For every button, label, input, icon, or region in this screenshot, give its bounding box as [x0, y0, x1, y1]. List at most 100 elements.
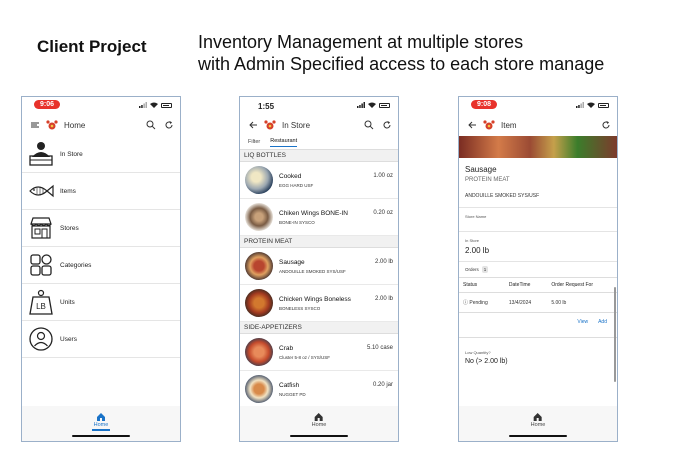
storefront-icon: [30, 217, 52, 239]
menu-item-in-store[interactable]: In Store: [22, 136, 180, 173]
menu-item-users[interactable]: Users: [22, 321, 180, 358]
nav-home[interactable]: Home: [92, 412, 110, 431]
nav-active-indicator: [92, 429, 110, 431]
status-bar: 9:06: [22, 97, 180, 114]
crab-logo-icon: [46, 120, 58, 130]
order-actions: View Add: [459, 313, 617, 331]
tab-filter[interactable]: Filter: [248, 139, 260, 147]
refresh-icon[interactable]: [164, 120, 174, 130]
menu-item-label: Users: [60, 335, 77, 343]
item-sub: BONELESS SYSCO: [279, 305, 321, 311]
nav-home-label: Home: [93, 422, 109, 428]
store-person-icon: [29, 142, 53, 166]
item-thumbnail: [245, 375, 273, 403]
item-description: ANDOUILLE SMOKED SYS/USF: [459, 183, 617, 208]
order-date: 13/4/2024: [504, 292, 548, 313]
status-time: 9:06: [34, 100, 61, 109]
signal-icon: [357, 102, 365, 108]
item-thumbnail: [245, 289, 273, 317]
list-item[interactable]: Catfish NUGGET PD 0.20 jar: [240, 371, 398, 408]
orders-table: Status DateTime Order Request For ⓘ Pend…: [459, 277, 617, 313]
heading-client-project: Client Project: [37, 37, 147, 56]
item-banner-image: [459, 136, 617, 158]
table-row[interactable]: ⓘ Pending 13/4/2024 5.00 lb: [459, 292, 617, 313]
menu-icon[interactable]: [30, 120, 40, 130]
menu-item-label: Categories: [60, 261, 92, 269]
phone-item-detail-screen: 9:08 Item Sausage PROTEIN MEAT ANDOUILLE…: [458, 96, 618, 442]
nav-home-label: Home: [311, 422, 327, 428]
menu-item-items[interactable]: Items: [22, 173, 180, 210]
bottom-nav: Home: [459, 406, 617, 441]
back-arrow-icon[interactable]: [467, 120, 477, 130]
item-name: Sausage: [465, 165, 497, 174]
orders-count-badge: 1: [481, 266, 489, 273]
add-button[interactable]: Add: [598, 319, 607, 325]
status-icons: [576, 102, 609, 108]
item-qty: 2.00 lb: [374, 259, 393, 265]
order-status: ⓘ Pending: [459, 292, 505, 313]
wifi-icon: [368, 102, 376, 108]
heading-line-2: with Admin Specified access to each stor…: [198, 54, 605, 74]
menu-item-label: Stores: [60, 224, 79, 232]
item-name: Crab: [279, 344, 294, 352]
status-icons: [357, 102, 390, 108]
nav-home[interactable]: Home: [311, 412, 327, 428]
refresh-icon[interactable]: [601, 120, 611, 130]
home-indicator: [509, 435, 567, 437]
home-indicator: [72, 435, 130, 437]
list-item[interactable]: Chiken Wings BONE-IN BONE-IN SYSCO 0.20 o…: [240, 199, 398, 236]
tab-restaurant[interactable]: Restaurant: [270, 138, 298, 147]
tab-bar: Filter Restaurant: [240, 136, 398, 150]
refresh-icon[interactable]: [382, 120, 392, 130]
crab-logo-icon: [483, 120, 495, 130]
store-name-field[interactable]: Store Name: [459, 208, 617, 232]
column-header: DateTime: [504, 277, 548, 293]
item-name: Catfish: [279, 381, 300, 389]
list-item[interactable]: Cooked EGG HARD USF 1.00 oz: [240, 162, 398, 199]
item-sub: NUGGET PD: [279, 391, 306, 397]
order-amount: 5.00 lb: [547, 292, 617, 313]
view-button[interactable]: View: [577, 319, 588, 325]
in-store-field: In Store 2.00 lb: [459, 232, 617, 262]
search-icon[interactable]: [146, 120, 156, 130]
menu-item-units[interactable]: LB Units: [22, 284, 180, 321]
svg-text:LB: LB: [36, 302, 46, 311]
bottom-nav: Home: [22, 406, 180, 441]
signal-icon: [576, 102, 584, 108]
list-item[interactable]: Chicken Wings Boneless BONELESS SYSCO 2.0…: [240, 285, 398, 322]
signal-icon: [139, 102, 147, 108]
menu-list: In Store Items Stores Categories LB Unit…: [22, 136, 180, 358]
item-qty: 1.00 oz: [373, 173, 393, 179]
phone-home-screen: 9:06 Home In Store Items Stores Categori…: [21, 96, 181, 442]
nav-home[interactable]: Home: [530, 412, 546, 428]
heading-line-1: Inventory Management at multiple stores: [198, 32, 524, 52]
scrollbar[interactable]: [614, 287, 616, 382]
search-icon[interactable]: [364, 120, 374, 130]
menu-item-categories[interactable]: Categories: [22, 247, 180, 284]
app-bar: In Store: [240, 114, 398, 136]
weight-lb-icon: LB: [29, 289, 53, 315]
categories-icon: [30, 254, 52, 276]
section-header: LIQ BOTTLES: [240, 150, 398, 162]
item-qty: 2.00 lb: [374, 296, 393, 302]
orders-header: Orders 1: [459, 262, 617, 277]
nav-home-label: Home: [530, 422, 546, 428]
status-icons: [139, 102, 172, 108]
fish-icon: [29, 184, 54, 198]
inventory-list: LIQ BOTTLES Cooked EGG HARD USF 1.00 oz C…: [240, 150, 398, 408]
in-store-label: In Store: [465, 238, 480, 243]
low-qty-label: Low Quantity?: [465, 350, 491, 355]
menu-item-stores[interactable]: Stores: [22, 210, 180, 247]
list-item[interactable]: Crab Cluster 5-8 oz / SYS/USF 5.10 case: [240, 334, 398, 371]
wifi-icon: [150, 102, 158, 108]
app-bar: Home: [22, 114, 180, 136]
menu-item-label: In Store: [60, 150, 83, 158]
in-store-value: 2.00 lb: [465, 246, 490, 255]
item-thumbnail: [245, 252, 273, 280]
menu-item-label: Items: [60, 187, 76, 195]
low-qty-value: No (> 2.00 lb): [465, 358, 508, 365]
list-item[interactable]: Sausage ANDOUILLE SMOKED SYS/USF 2.00 lb: [240, 248, 398, 285]
item-sub: ANDOUILLE SMOKED SYS/USF: [279, 268, 346, 274]
column-header: Status: [459, 277, 505, 293]
back-arrow-icon[interactable]: [248, 120, 258, 130]
